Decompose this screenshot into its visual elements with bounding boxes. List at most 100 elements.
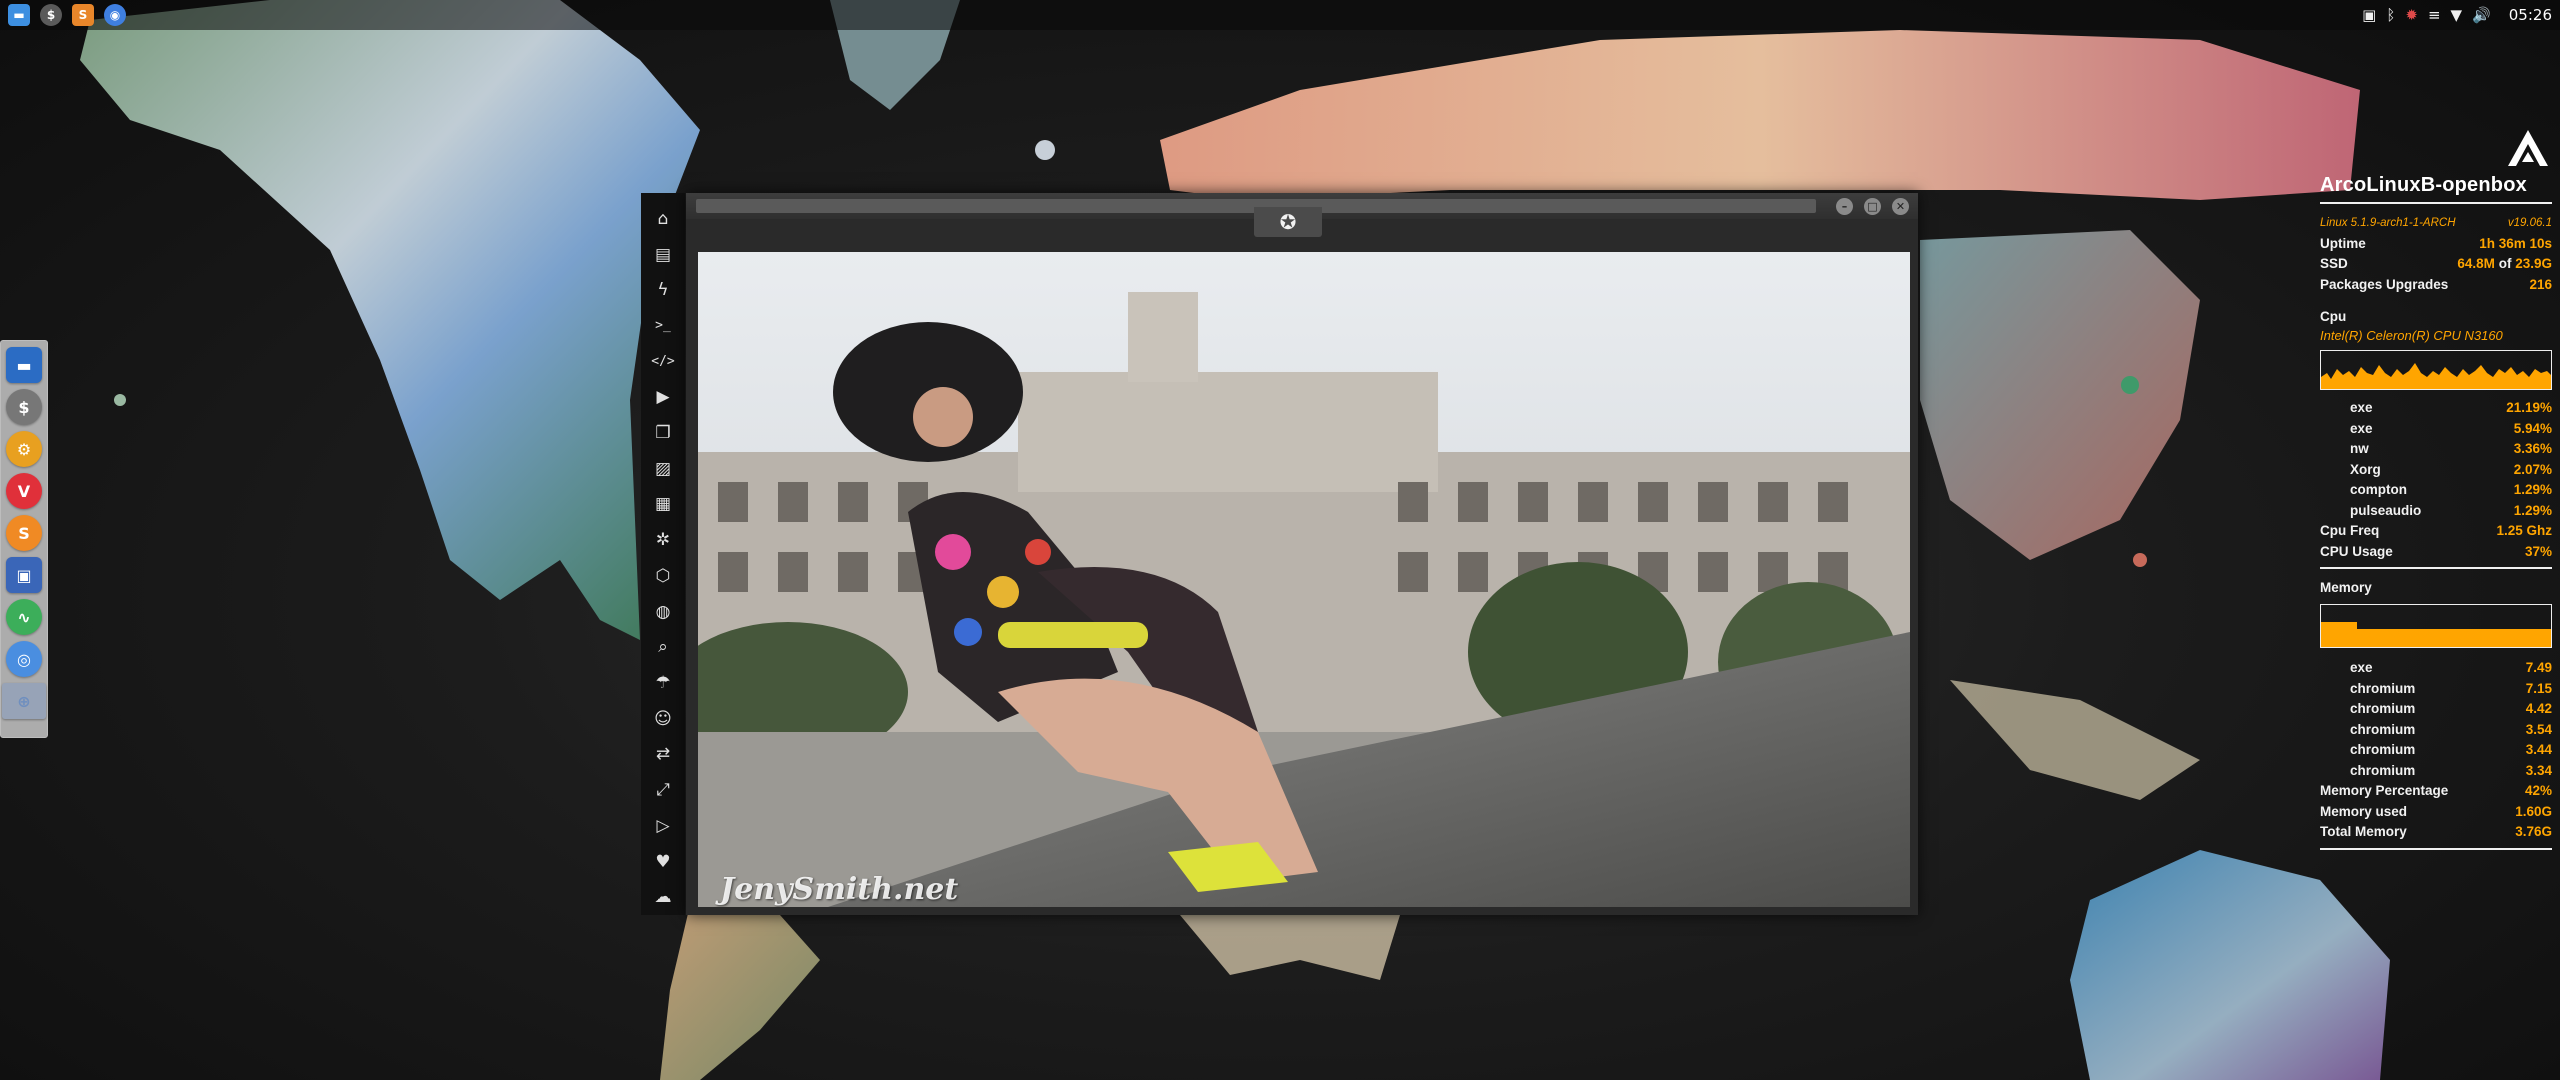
ssd-label: SSD [2320, 256, 2348, 271]
process-value: 1.29% [2513, 502, 2552, 518]
process-row: compton 1.29% [2320, 480, 2552, 501]
bolt-icon[interactable]: ϟ [647, 272, 679, 308]
globe-icon[interactable]: ◍ [647, 594, 679, 630]
process-value: 5.94% [2513, 420, 2552, 436]
process-row: chromium 4.42 [2320, 699, 2552, 720]
process-name: exe [2350, 420, 2373, 436]
heart-icon[interactable]: ♥ [647, 844, 679, 880]
cpu-graph-svg [2321, 363, 2551, 389]
chrome-icon[interactable]: ◉ [104, 4, 126, 26]
sublime-text-icon[interactable]: S [72, 4, 94, 26]
mem-total-label: Total Memory [2320, 824, 2407, 839]
process-name: chromium [2350, 742, 2416, 757]
divider [2320, 202, 2552, 204]
hexagon-icon[interactable]: ⬡ [647, 558, 679, 594]
youtube-icon[interactable]: ▷ [647, 808, 679, 844]
process-value: 2.07% [2513, 461, 2552, 477]
home-icon[interactable]: ⌂ [647, 201, 679, 237]
globe-icon[interactable]: ⊕ [2, 683, 46, 719]
kernel-row: Linux 5.1.9-arch1-1-ARCH v19.06.1 [2320, 213, 2552, 234]
rebel-alliance-icon[interactable]: ✪ [1254, 207, 1322, 237]
process-name: chromium [2350, 762, 2416, 778]
packages-row: Packages Upgrades 216 [2320, 275, 2552, 296]
image-icon[interactable]: ▨ [647, 451, 679, 487]
cpu-process-list: exe 21.19% exe 5.94% nw 3.36% Xorg 2.07% compton… [2320, 398, 2552, 521]
transmission-icon[interactable]: ⚙ [6, 431, 42, 467]
copy-icon[interactable]: ❐ [647, 415, 679, 451]
process-value: 21.19% [2506, 400, 2552, 415]
screenshot-icon[interactable]: ▣ [2362, 6, 2376, 24]
maximize-button[interactable]: □ [1864, 198, 1881, 215]
arcolinux-logo-icon [2508, 130, 2548, 166]
volume-icon[interactable]: 🔊 [2472, 6, 2491, 24]
file-manager-icon[interactable]: ▬ [8, 4, 30, 26]
mailspring-icon[interactable]: $ [6, 389, 42, 425]
memory-graph [2320, 604, 2552, 648]
contact-icon[interactable]: ☺ [647, 701, 679, 737]
process-value: 3.44 [2525, 742, 2552, 757]
process-value: 3.54 [2525, 721, 2552, 737]
distro-version: v19.06.1 [2507, 217, 2552, 229]
mem-pct-value: 42% [2524, 783, 2552, 798]
transfer-icon[interactable]: ⇄ [647, 737, 679, 773]
system-monitor-icon[interactable]: ∿ [6, 599, 42, 635]
sublime-text-icon[interactable]: S [6, 515, 42, 551]
document-icon[interactable]: ▤ [647, 237, 679, 273]
security-icon[interactable]: ✹ [2405, 6, 2418, 24]
cpu-freq-label: Cpu Freq [2320, 523, 2380, 538]
umbrella-icon[interactable]: ☂ [647, 665, 679, 701]
process-row: chromium 3.34 [2320, 761, 2552, 782]
terminal-icon[interactable]: >_ [647, 308, 679, 344]
mailspring-icon[interactable]: $ [40, 4, 62, 26]
mem-used-row: Memory used 1.60G [2320, 802, 2552, 823]
cloud-icon[interactable]: ☁ [647, 879, 679, 915]
news-icon[interactable]: ▦ [647, 487, 679, 523]
ssd-value: 64.8M of 23.9G [2457, 254, 2552, 275]
kernel-version: Linux 5.1.9-arch1-1-ARCH [2320, 217, 2456, 229]
app-sidebar: ⌂ ▤ ϟ >_ </> ▶ ❐ ▨ ▦ ✲ ⬡ ◍ ⌕ ☂ ☺ ⇄ ⤢ ▷ ♥… [641, 193, 685, 915]
mem-pct-row: Memory Percentage 42% [2320, 781, 2552, 802]
minimize-button[interactable]: – [1836, 198, 1853, 215]
fullscreen-icon[interactable]: ⤢ [647, 772, 679, 808]
mem-used-value: 1.60G [2515, 803, 2552, 819]
mem-total-value: 3.76G [2515, 824, 2552, 839]
process-name: chromium [2350, 701, 2416, 716]
process-row: chromium 3.44 [2320, 740, 2552, 761]
system-tray: ▣ ᛒ ✹ ≡ ▼ 🔊 05:26 [2362, 6, 2552, 24]
screenshot-icon[interactable]: ▣ [6, 557, 42, 593]
process-name: compton [2350, 482, 2407, 497]
hostname: ArcoLinuxB-openbox [2320, 174, 2527, 196]
divider [2320, 567, 2552, 569]
search-icon[interactable]: ⌕ [647, 629, 679, 665]
close-button[interactable]: ✕ [1892, 198, 1909, 215]
divider [2320, 847, 2552, 850]
process-row: chromium 3.54 [2320, 720, 2552, 741]
bluetooth-icon[interactable]: ᛒ [2386, 6, 2395, 24]
process-name: exe [2350, 400, 2373, 415]
video-player[interactable]: JenySmith.net [698, 252, 1910, 907]
mem-used-label: Memory used [2320, 803, 2408, 819]
play-icon[interactable]: ▶ [647, 380, 679, 416]
clock[interactable]: 05:26 [2509, 6, 2552, 24]
uptime-row: Uptime 1h 36m 10s [2320, 234, 2552, 255]
code-icon[interactable]: </> [647, 344, 679, 380]
wifi-icon[interactable]: ▼ [2451, 6, 2463, 24]
browser-window: – □ ✕ ✪ JenySmith.net [686, 193, 1918, 915]
aperture-icon[interactable]: ✲ [647, 522, 679, 558]
updates-icon[interactable]: ≡ [2428, 6, 2441, 24]
chromium-icon[interactable]: ◎ [6, 641, 42, 677]
mem-total-row: Total Memory 3.76G [2320, 822, 2552, 843]
cpu-freq-value: 1.25 Ghz [2496, 523, 2552, 538]
cpu-model: Intel(R) Celeron(R) CPU N3160 [2320, 328, 2503, 343]
process-row: chromium 7.15 [2320, 679, 2552, 700]
vivaldi-icon[interactable]: V [6, 473, 42, 509]
memory-process-list: exe 7.49 chromium 7.15 chromium 4.42 chromium 3… [2320, 658, 2552, 781]
process-row: exe 5.94% [2320, 419, 2552, 440]
process-name: nw [2350, 441, 2369, 456]
video-watermark: JenySmith.net [720, 872, 959, 907]
cpu-graph [2320, 350, 2552, 390]
cpu-freq-row: Cpu Freq 1.25 Ghz [2320, 521, 2552, 542]
file-manager-icon[interactable]: ▬ [6, 347, 42, 383]
cpu-usage-value: 37% [2524, 543, 2552, 559]
ssd-used: 64.8M [2457, 256, 2495, 271]
